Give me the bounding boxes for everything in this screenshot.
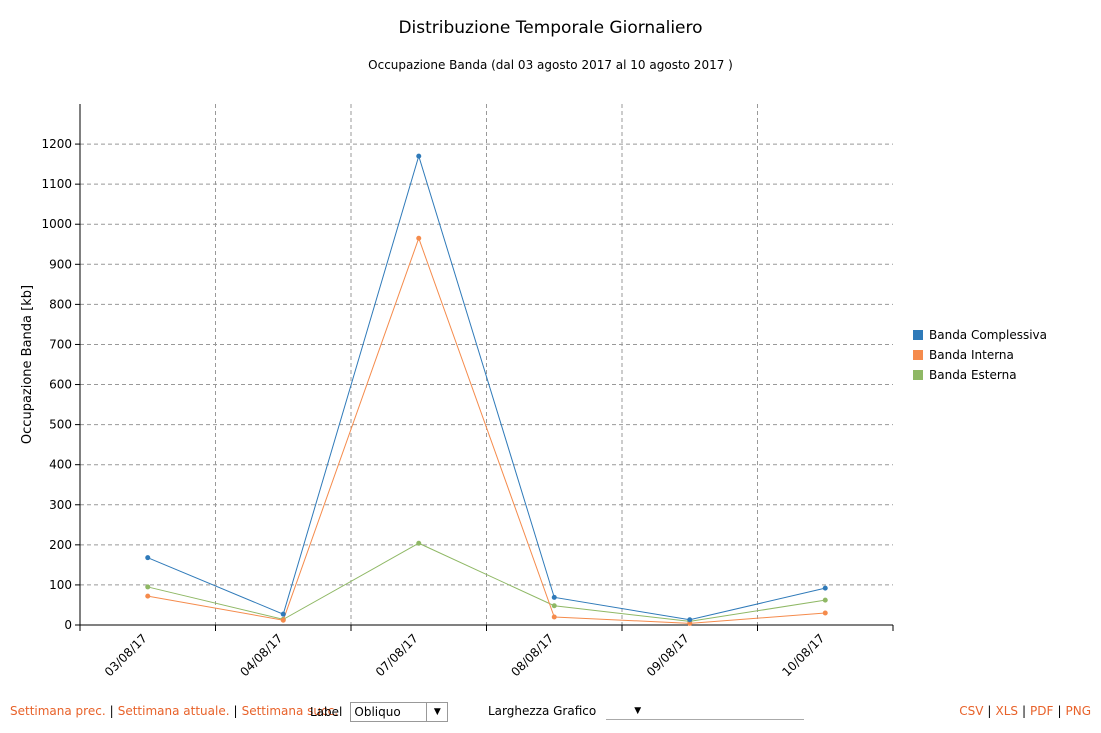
data-point [416,153,422,159]
data-point [145,584,151,590]
chart-width-label: Larghezza Grafico [488,704,597,718]
week-navigation: Settimana prec. | Settimana attuale. | Setti… [10,704,338,718]
chevron-down-icon: ▼ [634,706,642,716]
export-xls-link[interactable]: XLS [995,704,1018,718]
y-tick-label: 300 [49,498,72,512]
x-tick-label: 10/08/17 [779,631,827,679]
data-point [687,617,693,623]
legend-item[interactable]: Banda Interna [913,345,1047,365]
export-pdf-link[interactable]: PDF [1030,704,1053,718]
y-tick-label: 0 [64,618,72,632]
label-orientation-control: Label Obliquo ▼ [310,702,449,722]
y-axis-label: Occupazione Banda [kb] [20,285,35,444]
data-point [551,614,557,620]
y-tick-label: 1100 [41,177,72,191]
legend-label: Banda Esterna [929,368,1017,382]
label-orientation-select[interactable]: Obliquo ▼ [350,702,449,722]
separator: | [1022,704,1027,718]
chart-width-control: Larghezza Grafico ▼ [488,704,805,720]
y-tick-label: 500 [49,418,72,432]
legend-item[interactable]: Banda Complessiva [913,325,1047,345]
separator: | [987,704,992,718]
data-point [145,593,151,599]
y-tick-label: 100 [49,578,72,592]
y-tick-label: 200 [49,538,72,552]
legend-swatch [913,350,923,360]
separator: | [109,704,114,718]
data-point [145,555,151,561]
data-point [280,611,286,617]
export-csv-link[interactable]: CSV [959,704,983,718]
label-orientation-label: Label [310,705,343,719]
footer-toolbar: Settimana prec. | Settimana attuale. | Setti… [10,702,1091,724]
data-point [280,617,286,623]
separator: | [233,704,238,718]
y-tick-label: 800 [49,297,72,311]
current-week-link[interactable]: Settimana attuale. [118,704,230,718]
y-tick-label: 400 [49,458,72,472]
data-point [822,585,828,591]
legend-label: Banda Complessiva [929,328,1048,342]
y-tick-label: 600 [49,378,72,392]
export-png-link[interactable]: PNG [1065,704,1091,718]
y-tick-label: 900 [49,257,72,271]
x-tick-label: 04/08/17 [237,631,285,679]
data-point [416,235,422,241]
data-point [822,610,828,616]
legend-swatch [913,330,923,340]
y-tick-label: 700 [49,337,72,351]
x-tick-label: 03/08/17 [102,631,150,679]
chart-width-select[interactable]: ▼ [606,704,805,720]
data-point [551,594,557,600]
data-point [416,540,422,546]
export-links: CSV | XLS | PDF | PNG [959,704,1091,718]
data-point [822,597,828,603]
prev-week-link[interactable]: Settimana prec. [10,704,106,718]
label-orientation-value: Obliquo [354,705,401,719]
data-point [551,603,557,609]
legend-item[interactable]: Banda Esterna [913,365,1047,385]
y-tick-label: 1200 [41,137,72,151]
legend-swatch [913,370,923,380]
legend-label: Banda Interna [929,348,1014,362]
y-tick-label: 1000 [41,217,72,231]
x-tick-label: 07/08/17 [373,631,421,679]
chart-legend: Banda Complessiva Banda Interna Banda Este… [913,325,1047,385]
x-tick-label: 08/08/17 [508,631,556,679]
x-tick-label: 09/08/17 [644,631,692,679]
chevron-down-icon[interactable]: ▼ [426,703,447,721]
separator: | [1057,704,1062,718]
